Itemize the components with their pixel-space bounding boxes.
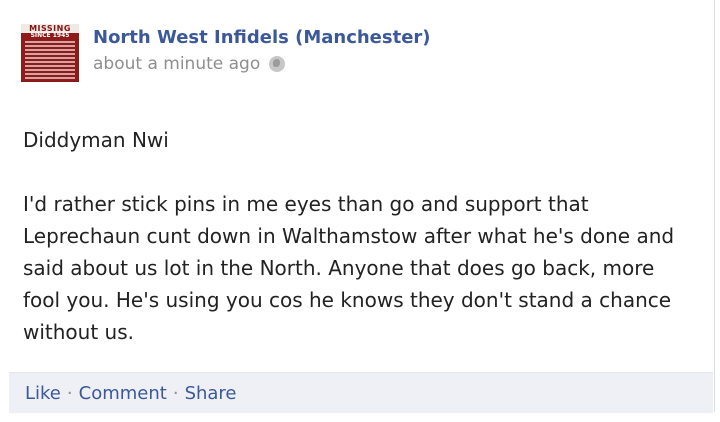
action-separator: ·: [172, 382, 179, 404]
post-author-line: Diddyman Nwi: [23, 128, 169, 152]
avatar-since-text: SINCE 1945: [30, 32, 70, 39]
action-bar: Like · Comment · Share: [9, 372, 713, 413]
timestamp-link[interactable]: about a minute ago: [93, 54, 260, 74]
page-avatar[interactable]: MISSING SINCE 1945: [21, 24, 79, 82]
like-link[interactable]: Like: [25, 383, 61, 404]
post-body: Diddyman Nwi I'd rather stick pins in me…: [23, 124, 693, 348]
post-meta: about a minute ago: [93, 54, 286, 74]
facebook-post: MISSING SINCE 1945 North West Infidels (…: [0, 0, 720, 422]
page-name-link[interactable]: North West Infidels (Manchester): [93, 27, 431, 48]
action-separator: ·: [66, 382, 73, 404]
comment-link[interactable]: Comment: [79, 383, 167, 404]
avatar-fine-print: [25, 41, 75, 81]
share-link[interactable]: Share: [185, 383, 237, 404]
globe-icon[interactable]: [269, 56, 286, 72]
post-border: [714, 0, 715, 412]
post-message: I'd rather stick pins in me eyes than go…: [23, 192, 675, 344]
